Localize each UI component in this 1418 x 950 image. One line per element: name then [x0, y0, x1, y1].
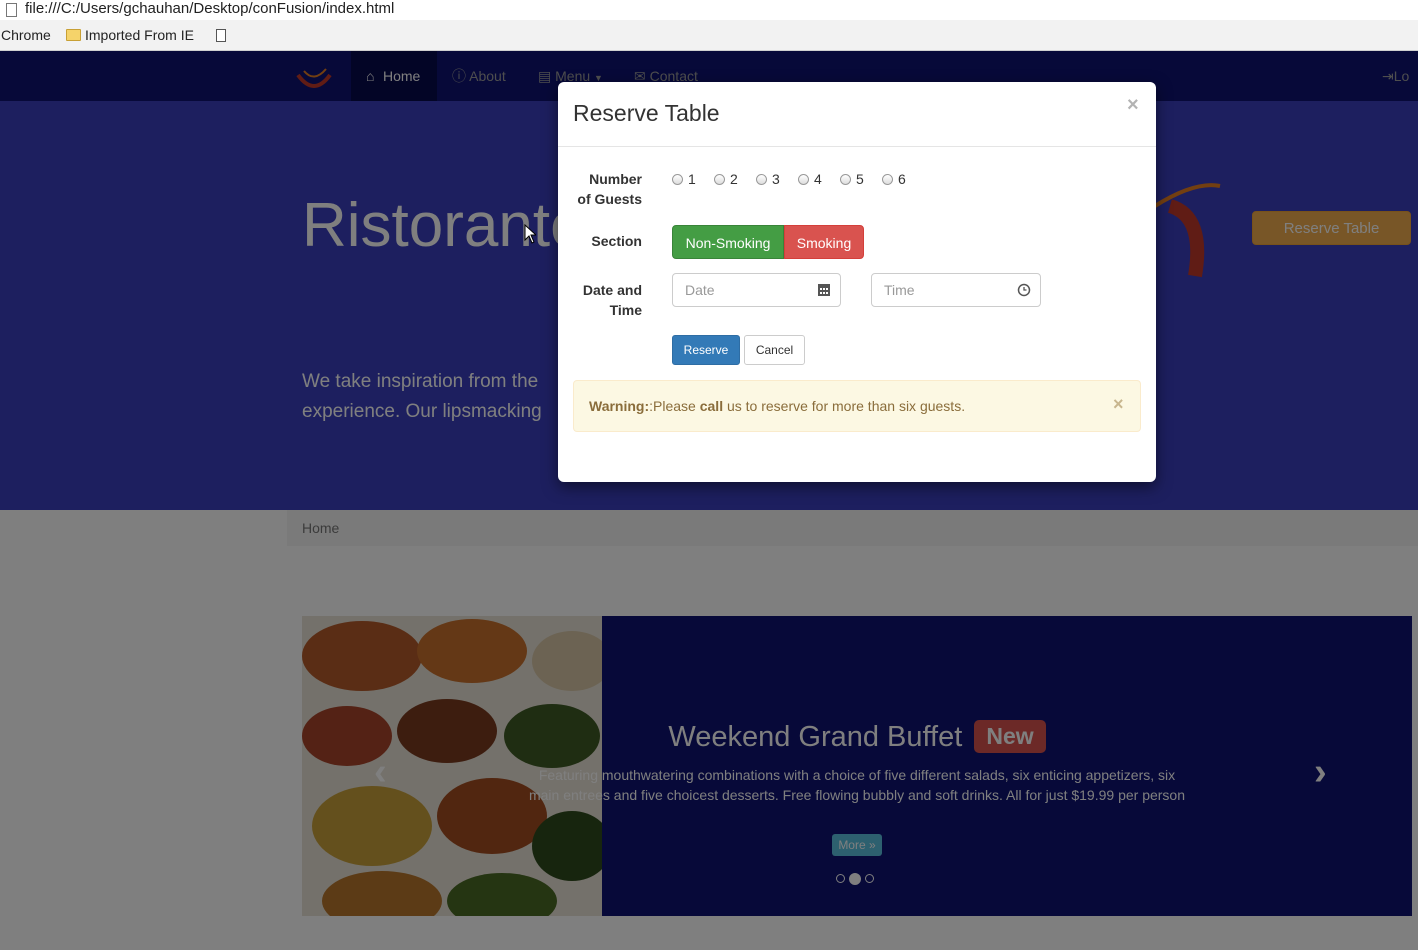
alert-text: Warning::Please call us to reserve for m… — [589, 398, 965, 414]
bookmarks-bar: Chrome Imported From IE — [0, 20, 1418, 51]
radio-circle[interactable] — [672, 174, 683, 185]
guest-option-2[interactable]: 2 — [714, 171, 738, 187]
guest-option-label: 3 — [772, 171, 780, 187]
modal-title: Reserve Table — [573, 100, 720, 126]
guest-option-label: 1 — [688, 171, 696, 187]
modal-header: Reserve Table × — [558, 82, 1156, 147]
guest-option-3[interactable]: 3 — [756, 171, 780, 187]
alert-close-icon[interactable]: × — [1113, 394, 1124, 415]
smoking-button[interactable]: Smoking — [784, 225, 864, 259]
folder-icon — [66, 29, 81, 41]
guest-option-1[interactable]: 1 — [672, 171, 696, 187]
bookmark-chrome[interactable]: Chrome — [1, 27, 51, 43]
guest-option-label: 6 — [898, 171, 906, 187]
reserve-button[interactable]: Reserve — [672, 335, 740, 365]
guest-option-6[interactable]: 6 — [882, 171, 906, 187]
date-time-label-line-2: Time — [609, 302, 642, 318]
non-smoking-button[interactable]: Non-Smoking — [672, 225, 784, 259]
date-placeholder: Date — [685, 282, 715, 298]
guests-label-line-2: of Guests — [577, 191, 642, 207]
guest-option-label: 4 — [814, 171, 822, 187]
bookmark-imported-from-ie[interactable]: Imported From IE — [85, 27, 194, 43]
close-icon[interactable]: × — [1127, 94, 1139, 117]
cancel-button[interactable]: Cancel — [744, 335, 805, 365]
bookmark-page-icon[interactable] — [216, 29, 226, 42]
time-placeholder: Time — [884, 282, 915, 298]
alert-strong: Warning: — [589, 398, 650, 414]
guest-option-label: 2 — [730, 171, 738, 187]
time-input[interactable]: Time — [871, 273, 1041, 307]
section-label: Section — [591, 233, 642, 249]
radio-circle[interactable] — [840, 174, 851, 185]
radio-circle[interactable] — [714, 174, 725, 185]
url-text[interactable]: file:///C:/Users/gchauhan/Desktop/conFus… — [25, 0, 394, 18]
mouse-cursor-icon — [524, 224, 536, 244]
date-input[interactable]: Date — [672, 273, 841, 307]
address-bar[interactable]: file:///C:/Users/gchauhan/Desktop/conFus… — [0, 0, 1418, 20]
radio-circle[interactable] — [798, 174, 809, 185]
warning-alert: Warning::Please call us to reserve for m… — [573, 380, 1141, 432]
radio-circle[interactable] — [756, 174, 767, 185]
clock-icon — [1017, 283, 1031, 297]
guests-label: Number of Guests — [572, 169, 642, 209]
alert-call: call — [699, 398, 724, 414]
date-time-label-line-1: Date and — [582, 282, 642, 298]
guest-option-5[interactable]: 5 — [840, 171, 864, 187]
guest-option-4[interactable]: 4 — [798, 171, 822, 187]
calendar-icon — [818, 284, 830, 296]
alert-text-before: :Please — [649, 398, 700, 414]
page-icon — [6, 3, 17, 17]
alert-text-after: us to reserve for more than six guests. — [723, 398, 966, 414]
date-time-label: Date and Time — [572, 280, 642, 320]
guest-option-label: 5 — [856, 171, 864, 187]
reserve-table-modal: Reserve Table × Number of Guests 1 2 3 4… — [558, 82, 1156, 482]
radio-circle[interactable] — [882, 174, 893, 185]
guests-label-line-1: Number — [589, 171, 642, 187]
